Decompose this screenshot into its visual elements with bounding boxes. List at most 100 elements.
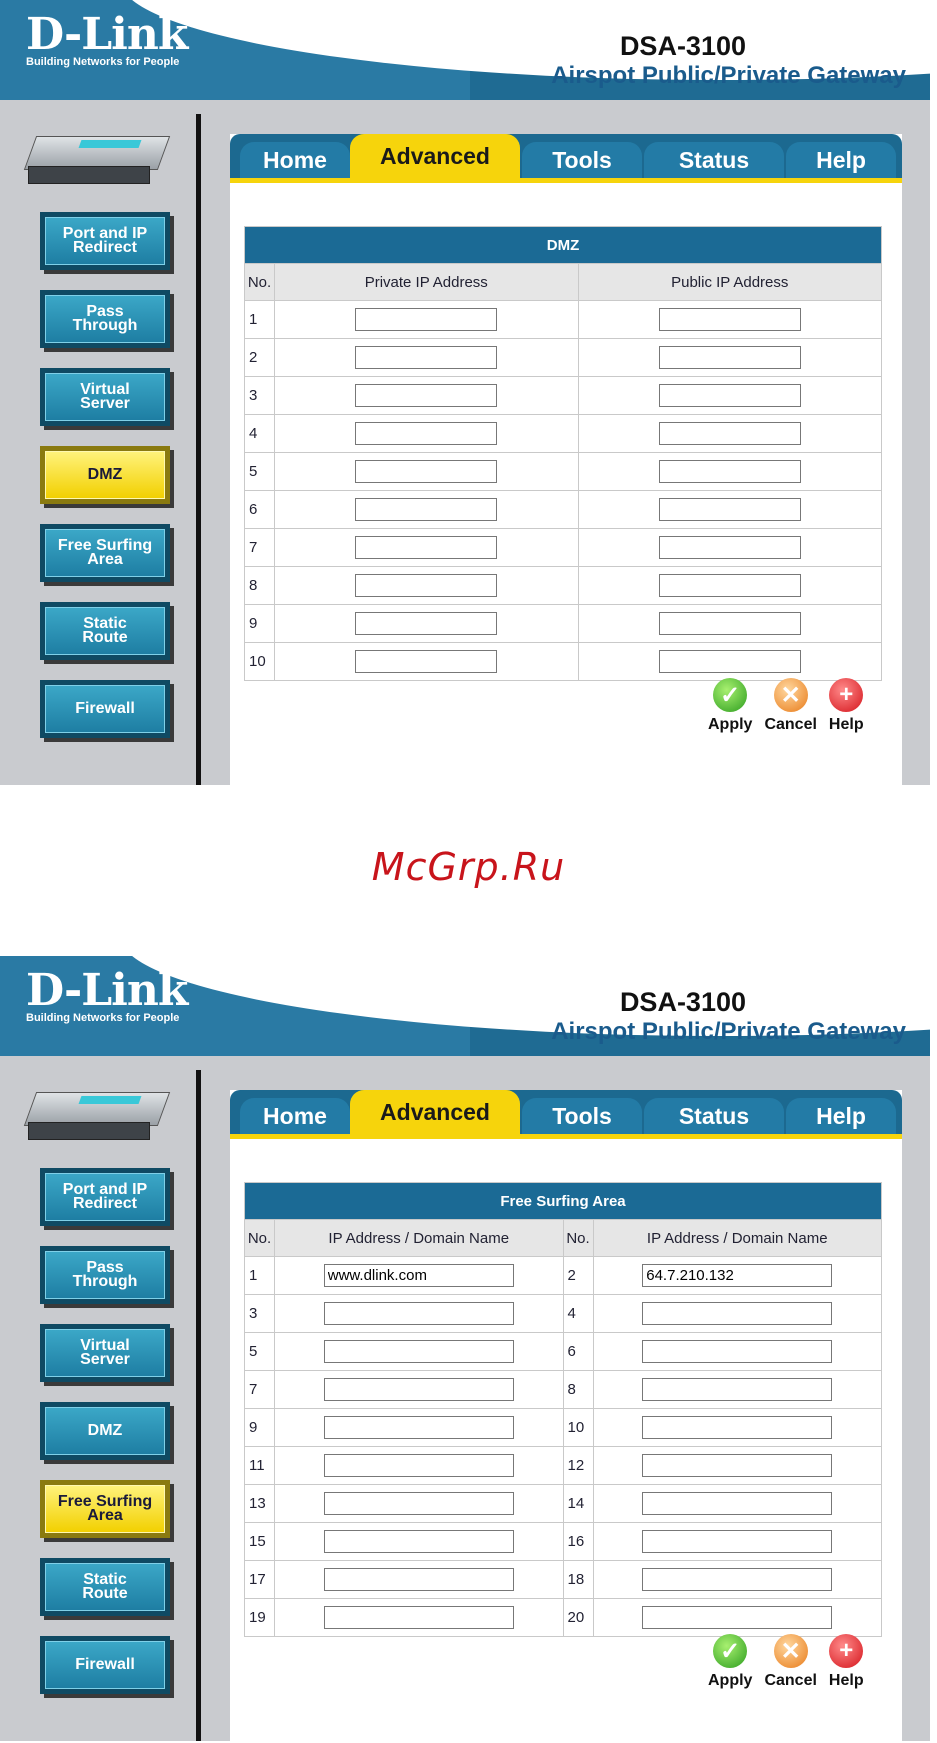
tab-help[interactable]: Help <box>786 1098 896 1134</box>
private-ip-input[interactable] <box>355 536 498 559</box>
cancel-button[interactable]: ✕ Cancel <box>764 678 817 734</box>
public-ip-input[interactable] <box>658 460 801 483</box>
domain-input[interactable] <box>323 1568 514 1591</box>
domain-input[interactable] <box>323 1454 514 1477</box>
content-panel: Home Advanced Tools Status Help Free Sur… <box>230 1090 902 1741</box>
domain-input[interactable] <box>323 1606 514 1629</box>
free-surfing-screen: D-Link Building Networks for People DSA-… <box>0 956 930 1741</box>
table-row: 2 <box>244 338 882 377</box>
public-ip-input[interactable] <box>658 574 801 597</box>
domain-input[interactable] <box>323 1492 514 1515</box>
row-number: 7 <box>244 528 275 567</box>
table-row: 8 <box>244 566 882 605</box>
public-ip-input[interactable] <box>658 308 801 331</box>
private-ip-input[interactable] <box>355 612 498 635</box>
check-icon: ✓ <box>713 1634 748 1668</box>
domain-input[interactable] <box>642 1492 833 1515</box>
tab-tools[interactable]: Tools <box>522 1098 642 1134</box>
row-number: 4 <box>244 414 275 453</box>
dlink-logo: D-Link Building Networks for People <box>26 9 188 69</box>
table-row: 78 <box>244 1370 882 1409</box>
sidebar-item-pass-through[interactable]: Pass Through <box>40 1246 170 1304</box>
sidebar-item-static-route[interactable]: Static Route <box>40 602 170 660</box>
sidebar-item-pass-through[interactable]: Pass Through <box>40 290 170 348</box>
tab-home[interactable]: Home <box>240 1098 350 1134</box>
help-button[interactable]: + Help <box>829 678 864 734</box>
private-ip-input[interactable] <box>355 498 498 521</box>
sidebar-item-dmz[interactable]: DMZ <box>40 1402 170 1460</box>
col-no: No. <box>244 263 275 301</box>
cancel-button[interactable]: ✕ Cancel <box>764 1634 817 1690</box>
public-ip-input[interactable] <box>658 346 801 369</box>
domain-input[interactable] <box>642 1416 833 1439</box>
domain-input[interactable] <box>323 1264 514 1287</box>
private-ip-input[interactable] <box>355 346 498 369</box>
row-number: 9 <box>244 604 275 643</box>
public-ip-input[interactable] <box>658 612 801 635</box>
sidebar-item-port-ip-redirect[interactable]: Port and IP Redirect <box>40 212 170 270</box>
private-ip-input[interactable] <box>355 460 498 483</box>
sidebar-item-firewall[interactable]: Firewall <box>40 680 170 738</box>
private-ip-input[interactable] <box>355 574 498 597</box>
sidebar-item-port-ip-redirect[interactable]: Port and IP Redirect <box>40 1168 170 1226</box>
table-row: 5 <box>244 452 882 491</box>
sidebar-divider <box>196 1070 201 1741</box>
apply-button[interactable]: ✓ Apply <box>708 678 752 734</box>
public-ip-input[interactable] <box>658 536 801 559</box>
row-number: 3 <box>244 376 275 415</box>
domain-input[interactable] <box>642 1606 833 1629</box>
device-image <box>23 1088 171 1150</box>
table-row: 19 20 <box>244 1598 882 1637</box>
table-row: 34 <box>244 1294 882 1333</box>
header-banner: D-Link Building Networks for People DSA-… <box>0 956 930 1066</box>
tab-status[interactable]: Status <box>644 142 784 178</box>
public-ip-input[interactable] <box>658 422 801 445</box>
private-ip-input[interactable] <box>355 308 498 331</box>
domain-input[interactable] <box>323 1530 514 1553</box>
domain-input[interactable] <box>642 1302 833 1325</box>
sidebar-item-dmz[interactable]: DMZ <box>40 446 170 504</box>
content-panel: Home Advanced Tools Status Help DMZ No. … <box>230 134 902 785</box>
private-ip-input[interactable] <box>355 384 498 407</box>
free-surfing-table: Free Surfing Area No. IP Address / Domai… <box>244 1182 882 1637</box>
help-button[interactable]: + Help <box>829 1634 864 1690</box>
apply-button[interactable]: ✓ Apply <box>708 1634 752 1690</box>
domain-input[interactable] <box>323 1302 514 1325</box>
tab-bar: Home Advanced Tools Status Help <box>230 134 902 183</box>
cancel-x-icon: ✕ <box>773 678 808 712</box>
tab-status[interactable]: Status <box>644 1098 784 1134</box>
tab-help[interactable]: Help <box>786 142 896 178</box>
public-ip-input[interactable] <box>658 498 801 521</box>
sidebar-item-firewall[interactable]: Firewall <box>40 1636 170 1694</box>
table-row: 17 18 <box>244 1560 882 1599</box>
tab-home[interactable]: Home <box>240 142 350 178</box>
domain-input[interactable] <box>642 1340 833 1363</box>
public-ip-input[interactable] <box>658 384 801 407</box>
private-ip-input[interactable] <box>355 422 498 445</box>
tab-tools[interactable]: Tools <box>522 142 642 178</box>
product-model: DSA-3100 <box>619 987 746 1017</box>
table-row: 11 12 <box>244 1446 882 1485</box>
table-row: 6 <box>244 490 882 529</box>
domain-input[interactable] <box>642 1454 833 1477</box>
domain-input[interactable] <box>642 1378 833 1401</box>
domain-input[interactable] <box>642 1264 833 1287</box>
domain-input[interactable] <box>323 1340 514 1363</box>
row-number: 20 <box>562 1598 594 1637</box>
sidebar-item-static-route[interactable]: Static Route <box>40 1558 170 1616</box>
tab-advanced[interactable]: Advanced <box>350 134 520 178</box>
sidebar-item-virtual-server[interactable]: Virtual Server <box>40 1324 170 1382</box>
domain-input[interactable] <box>323 1416 514 1439</box>
tab-advanced[interactable]: Advanced <box>350 1090 520 1134</box>
sidebar-item-free-surfing-area[interactable]: Free Surfing Area <box>40 524 170 582</box>
domain-input[interactable] <box>323 1378 514 1401</box>
domain-input[interactable] <box>642 1530 833 1553</box>
sidebar-item-virtual-server[interactable]: Virtual Server <box>40 368 170 426</box>
sidebar-item-free-surfing-area[interactable]: Free Surfing Area <box>40 1480 170 1538</box>
public-ip-input[interactable] <box>658 650 801 673</box>
domain-input[interactable] <box>642 1568 833 1591</box>
tab-bar: Home Advanced Tools Status Help <box>230 1090 902 1139</box>
private-ip-input[interactable] <box>355 650 498 673</box>
row-number: 9 <box>244 1408 275 1447</box>
row-number: 17 <box>244 1560 275 1599</box>
